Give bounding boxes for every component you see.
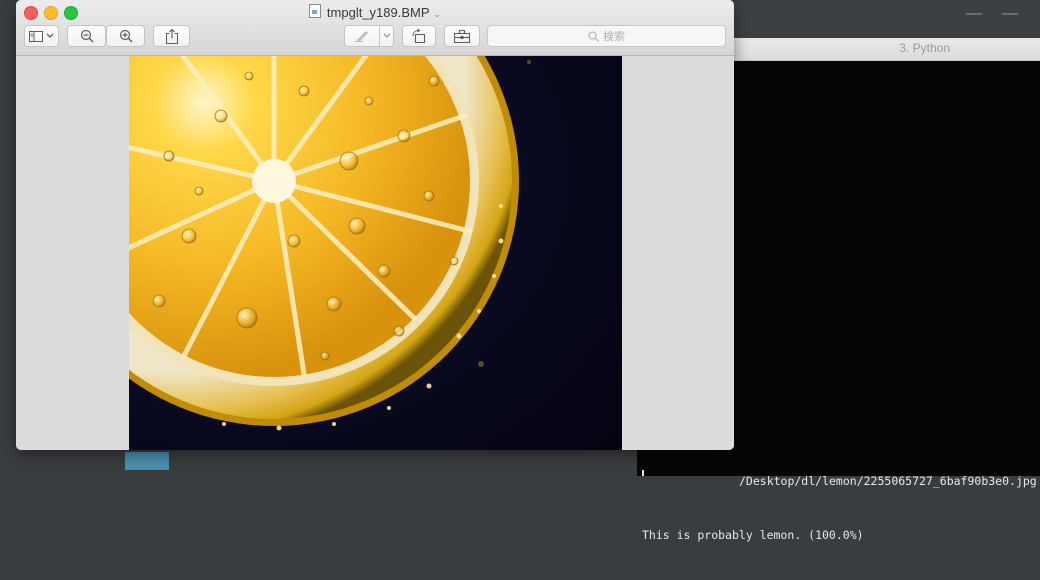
window-title-text: tmpglt_y189.BMP <box>326 5 430 20</box>
desktop-mark <box>966 13 982 15</box>
search-field[interactable]: 検索 <box>487 25 726 47</box>
lemon-slice-image <box>129 56 622 450</box>
share-button[interactable] <box>153 25 190 47</box>
terminal-cursor <box>642 470 644 476</box>
window-title[interactable]: tmpglt_y189.BMP ⌄ <box>16 4 734 20</box>
chevron-down-icon[interactable] <box>383 33 391 39</box>
search-placeholder: 検索 <box>603 31 625 43</box>
zoom-out-button[interactable] <box>67 25 106 47</box>
zoom-out-icon <box>80 29 93 43</box>
pen-icon <box>355 31 368 42</box>
chevron-down-icon <box>46 33 54 38</box>
markup-button[interactable] <box>344 25 394 47</box>
chevron-down-icon[interactable]: ⌄ <box>434 9 442 19</box>
file-icon <box>308 4 321 18</box>
desktop-mark <box>1002 13 1018 15</box>
sidebar-toggle-button[interactable] <box>24 25 59 47</box>
terminal-line: This is probably lemon. (100.0%) <box>642 528 864 542</box>
preview-window[interactable]: tmpglt_y189.BMP ⌄ 検索 <box>16 0 734 450</box>
sidebar-icon <box>29 30 43 42</box>
dock-item[interactable] <box>125 452 169 470</box>
lemon-slice-photo <box>129 56 622 450</box>
rotate-icon <box>412 29 426 43</box>
share-icon <box>165 28 178 44</box>
preview-toolbar: tmpglt_y189.BMP ⌄ 検索 <box>16 0 734 56</box>
terminal-line: /Desktop/dl/lemon/2255065727_6baf90b3e0.… <box>739 474 1037 488</box>
zoom-in-icon <box>119 29 132 43</box>
terminal-output: /Desktop/dl/lemon/2255065727_6baf90b3e0.… <box>642 436 1040 580</box>
toolbox-icon <box>454 29 470 43</box>
search-icon <box>588 30 599 42</box>
segment-divider <box>379 26 380 46</box>
rotate-button[interactable] <box>402 25 436 47</box>
toolbox-button[interactable] <box>444 25 480 47</box>
desktop-background <box>734 0 1040 38</box>
document-canvas[interactable] <box>16 56 734 450</box>
zoom-in-button[interactable] <box>106 25 145 47</box>
